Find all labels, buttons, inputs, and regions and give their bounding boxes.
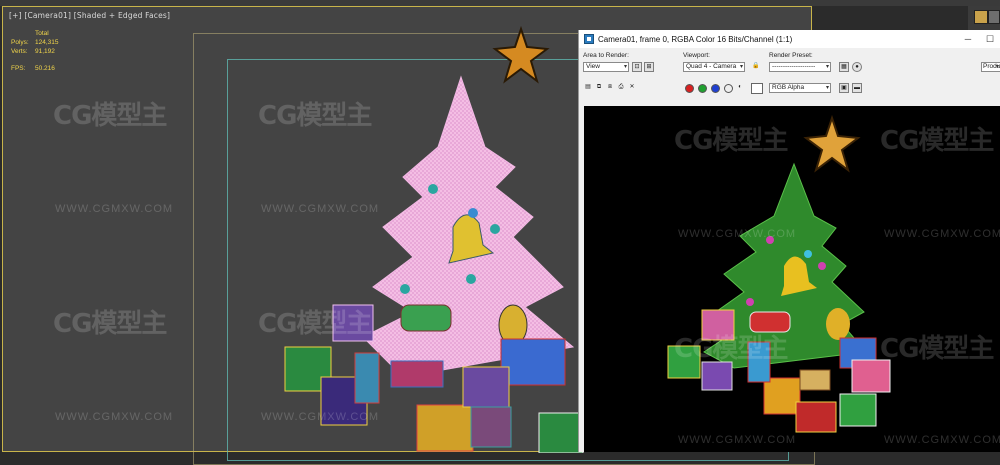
viewport-select[interactable]: Quad 4 - Camera [683, 62, 745, 72]
environment-icon[interactable]: ● [852, 62, 862, 72]
watermark-logo: CG模型主 [674, 334, 788, 364]
clear-icon[interactable]: ✕ [627, 83, 637, 93]
toggle-ui-overlay-icon[interactable]: ▣ [839, 83, 849, 93]
green-channel-icon[interactable] [698, 84, 707, 93]
save-image-icon[interactable]: ▤ [583, 83, 593, 93]
watermark-url: WWW.CGMXW.COM [678, 228, 797, 240]
watermark-logo: CG模型主 [53, 309, 167, 339]
stats-verts-label: Verts: [11, 48, 28, 55]
render-preset-label: Render Preset: [769, 52, 813, 59]
sun-icon[interactable] [974, 10, 988, 24]
clone-window-icon[interactable]: ⧈ [605, 83, 615, 93]
red-channel-icon[interactable] [685, 84, 694, 93]
render-moon [826, 308, 850, 340]
viewport-select-label: Viewport: [683, 52, 710, 59]
print-icon[interactable]: ⎙ [616, 83, 626, 93]
render-preset-select[interactable]: -------------------- [769, 62, 831, 72]
stats-total-label: Total [35, 30, 49, 37]
render-window-title: Camera01, frame 0, RGBA Color 16 Bits/Ch… [598, 34, 793, 44]
viewport-statistics: Total Polys: 124,315 Verts: 91,192 FPS: 50.… [11, 29, 59, 73]
wire-stocking [400, 304, 452, 332]
stats-fps-label: FPS: [11, 65, 26, 72]
alpha-channel-icon[interactable] [724, 84, 733, 93]
stats-verts-value: 91,192 [35, 48, 55, 55]
render-controls: Area to Render: View ⊡ ⊞ Viewport: Quad … [579, 50, 1000, 98]
watermark-logo: CG模型主 [53, 101, 167, 131]
lock-icon[interactable]: 🔒 [751, 62, 761, 72]
watermark-logo: CG模型主 [674, 126, 788, 156]
maximize-icon[interactable]: ☐ [979, 34, 1000, 45]
watermark-url: WWW.CGMXW.COM [55, 411, 174, 423]
rendered-scene [667, 114, 891, 433]
stats-polys-label: Polys: [11, 39, 29, 46]
render-window-titlebar[interactable]: Camera01, frame 0, RGBA Color 16 Bits/Ch… [579, 30, 1000, 48]
watermark-url: WWW.CGMXW.COM [261, 203, 380, 215]
watermark-url: WWW.CGMXW.COM [261, 411, 380, 423]
render-star [803, 114, 861, 173]
production-select[interactable]: Produc [981, 62, 1000, 72]
copy-image-icon[interactable]: ⧉ [594, 83, 604, 93]
rendered-image: CG模型主 CG模型主 CG模型主 CG模型主 WWW.CGMXW.COM WW… [584, 106, 1000, 452]
watermark-logo: CG模型主 [258, 309, 372, 339]
wire-star [492, 25, 550, 84]
channel-display-select[interactable]: RGB Alpha [769, 83, 831, 93]
watermark-logo: CG模型主 [880, 126, 994, 156]
viewport-scene [284, 25, 584, 453]
viewport-label[interactable]: [+] [Camera01] [Shaded + Edged Faces] [9, 11, 170, 20]
stats-fps-value: 50.216 [35, 65, 55, 72]
watermark-url: WWW.CGMXW.COM [55, 203, 174, 215]
stats-polys-value: 124,315 [35, 39, 59, 46]
color-swatch[interactable] [751, 83, 763, 94]
watermark-url: WWW.CGMXW.COM [678, 434, 797, 446]
area-to-render-select[interactable]: View [583, 62, 629, 72]
blue-channel-icon[interactable] [711, 84, 720, 93]
watermark-logo: CG模型主 [258, 101, 372, 131]
render-app-icon [584, 34, 594, 44]
area-to-render-label: Area to Render: [583, 52, 629, 59]
watermark-logo: CG模型主 [880, 334, 994, 364]
auto-region-icon[interactable]: ⊞ [644, 62, 654, 72]
panel-button[interactable] [988, 10, 1000, 24]
monochrome-icon[interactable]: ◐ [735, 83, 745, 93]
render-frame-window: Camera01, frame 0, RGBA Color 16 Bits/Ch… [578, 30, 1000, 452]
watermark-url: WWW.CGMXW.COM [884, 228, 1000, 240]
watermark-url: WWW.CGMXW.COM [884, 434, 1000, 446]
render-setup-icon[interactable]: ▦ [839, 62, 849, 72]
minimize-icon[interactable]: ─ [957, 34, 979, 44]
edit-region-icon[interactable]: ⊡ [632, 62, 642, 72]
toggle-ui-icon[interactable]: ▬ [852, 83, 862, 93]
